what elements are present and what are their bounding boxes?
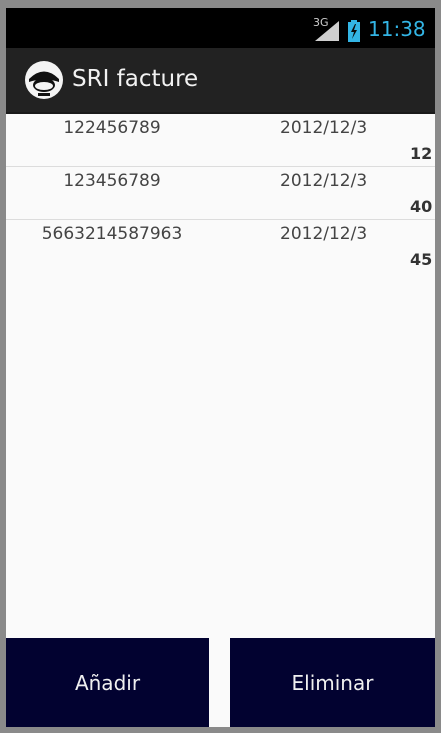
- invoice-row[interactable]: 5663214587963 2012/12/3 45: [6, 220, 435, 272]
- invoice-number: 5663214587963: [41, 224, 183, 244]
- screen: 3G 11:38 SRI facture 122456789 2012/12/3…: [6, 8, 435, 727]
- invoice-list: 122456789 2012/12/3 12 123456789 2012/12…: [6, 114, 435, 272]
- delete-button[interactable]: Eliminar: [230, 638, 435, 727]
- action-bar: SRI facture: [6, 48, 435, 114]
- invoice-date: 2012/12/3: [280, 171, 368, 191]
- invoice-row[interactable]: 123456789 2012/12/3 40: [6, 167, 435, 220]
- invoice-number: 123456789: [63, 171, 161, 191]
- invoice-date: 2012/12/3: [280, 224, 368, 244]
- status-bar: 3G 11:38: [6, 8, 435, 48]
- clock: 11:38: [368, 17, 426, 41]
- add-button[interactable]: Añadir: [6, 638, 209, 727]
- battery-icon: [348, 20, 360, 42]
- bottom-button-bar: Añadir Eliminar: [6, 638, 435, 727]
- invoice-amount: 45: [410, 250, 433, 269]
- device-frame: 3G 11:38 SRI facture 122456789 2012/12/3…: [0, 0, 441, 733]
- invoice-number: 122456789: [63, 118, 161, 138]
- signal-icon: [315, 21, 339, 41]
- invoice-row[interactable]: 122456789 2012/12/3 12: [6, 114, 435, 167]
- invoice-amount: 40: [410, 197, 433, 216]
- invoice-amount: 12: [410, 144, 433, 163]
- app-title: SRI facture: [72, 66, 199, 92]
- invoice-date: 2012/12/3: [280, 118, 368, 138]
- app-logo-icon[interactable]: [24, 60, 64, 100]
